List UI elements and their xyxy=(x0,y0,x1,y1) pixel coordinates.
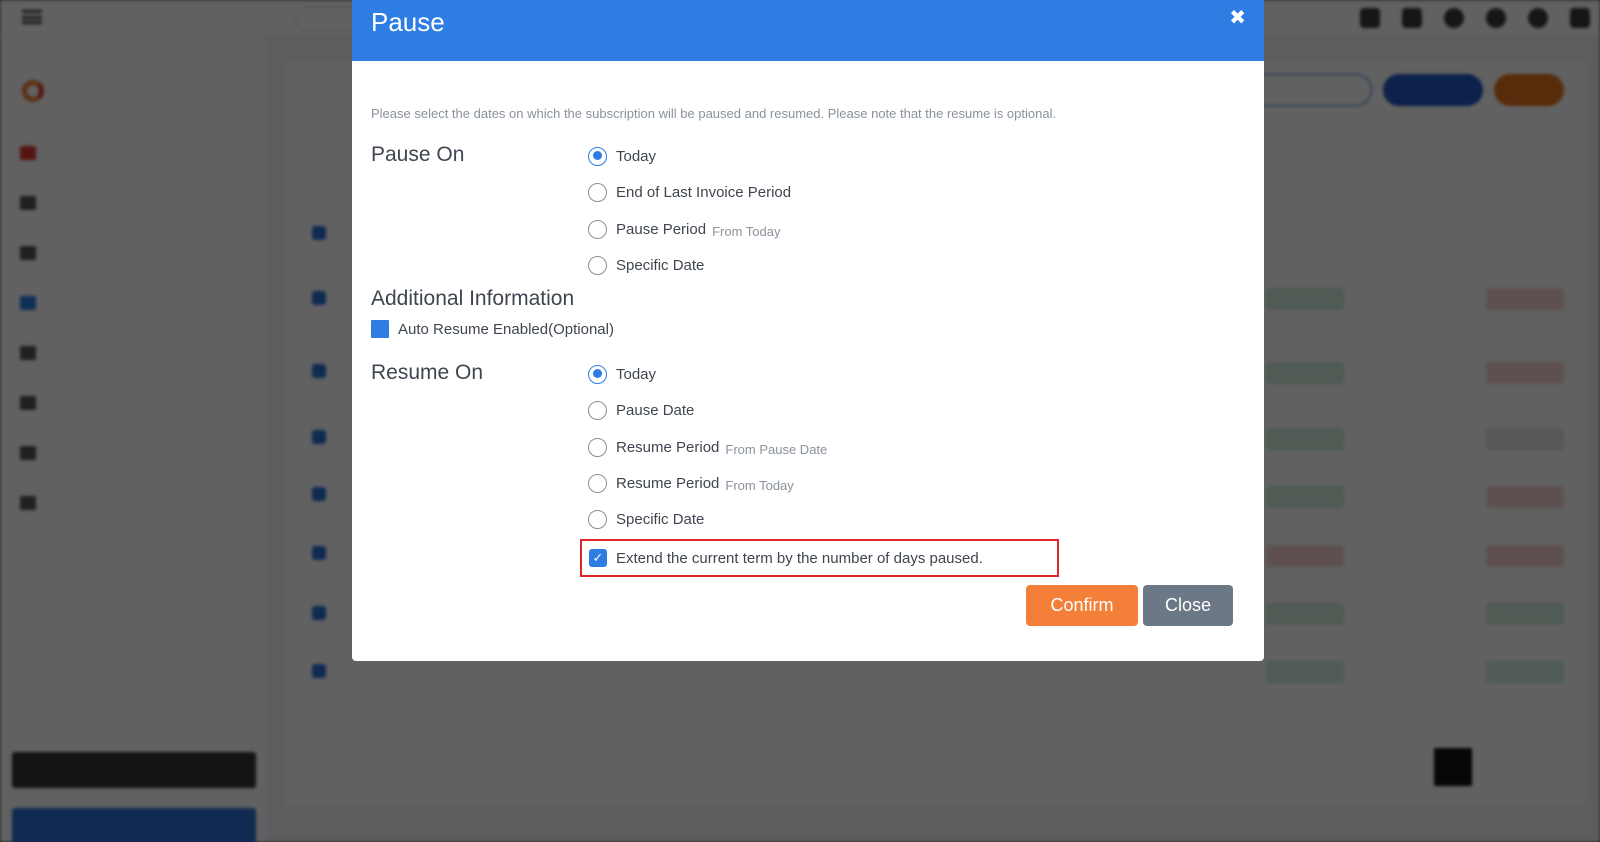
additional-information-label: Additional Information xyxy=(371,287,575,310)
radio-unselected[interactable] xyxy=(588,509,607,529)
auto-resume-checkbox[interactable] xyxy=(371,320,389,338)
extend-term-highlight[interactable]: ✓ Extend the current term by the number … xyxy=(580,539,1059,577)
pause-on-option-specific-date[interactable]: Specific Date xyxy=(588,253,704,277)
auto-resume-label: Auto Resume Enabled(Optional) xyxy=(398,320,614,338)
resume-on-option-resume-period-from-today[interactable]: Resume Period From Today xyxy=(588,471,794,495)
close-icon[interactable]: ✖ xyxy=(1229,5,1246,29)
option-sub-label: From Pause Date xyxy=(725,441,828,457)
radio-selected[interactable] xyxy=(588,146,607,166)
radio-selected[interactable] xyxy=(588,364,607,384)
resume-on-option-resume-period-from-pause-date[interactable]: Resume Period From Pause Date xyxy=(588,435,827,459)
resume-on-option-today[interactable]: Today xyxy=(588,362,656,386)
pause-on-label: Pause On xyxy=(371,143,465,166)
option-label: End of Last Invoice Period xyxy=(616,183,792,201)
close-button[interactable]: Close xyxy=(1143,585,1233,626)
resume-on-label: Resume On xyxy=(371,361,484,384)
option-label: Specific Date xyxy=(616,510,705,528)
option-sub-label: From Today xyxy=(712,223,781,239)
option-label: Pause Date xyxy=(616,401,695,419)
radio-unselected[interactable] xyxy=(588,400,607,420)
option-label: Pause Period xyxy=(616,220,707,238)
modal-title: Pause xyxy=(371,7,445,37)
option-label: Today xyxy=(616,365,657,383)
pause-on-option-pause-period[interactable]: Pause Period From Today xyxy=(588,217,780,241)
option-sub-label: From Today xyxy=(725,477,794,493)
pause-modal: Pause ✖ Please select the dates on which… xyxy=(352,0,1264,661)
option-label: Specific Date xyxy=(616,256,705,274)
radio-unselected[interactable] xyxy=(588,437,607,457)
extend-term-label: Extend the current term by the number of… xyxy=(616,549,983,567)
option-label: Resume Period xyxy=(616,474,720,492)
auto-resume-toggle[interactable]: Auto Resume Enabled(Optional) xyxy=(371,320,614,338)
modal-intro-text: Please select the dates on which the sub… xyxy=(371,106,1057,121)
radio-unselected[interactable] xyxy=(588,219,607,239)
resume-on-option-specific-date[interactable]: Specific Date xyxy=(588,507,704,531)
radio-unselected[interactable] xyxy=(588,473,607,493)
extend-term-checkbox[interactable]: ✓ xyxy=(589,549,607,567)
check-icon: ✓ xyxy=(592,550,604,566)
pause-on-option-end-of-last-invoice-period[interactable]: End of Last Invoice Period xyxy=(588,180,791,204)
modal-header: Pause ✖ xyxy=(352,0,1264,61)
pause-on-option-today[interactable]: Today xyxy=(588,144,656,168)
option-label: Resume Period xyxy=(616,438,720,456)
resume-on-option-pause-date[interactable]: Pause Date xyxy=(588,398,694,422)
option-label: Today xyxy=(616,147,657,165)
radio-unselected[interactable] xyxy=(588,255,607,275)
confirm-button[interactable]: Confirm xyxy=(1026,585,1138,626)
radio-unselected[interactable] xyxy=(588,182,607,202)
